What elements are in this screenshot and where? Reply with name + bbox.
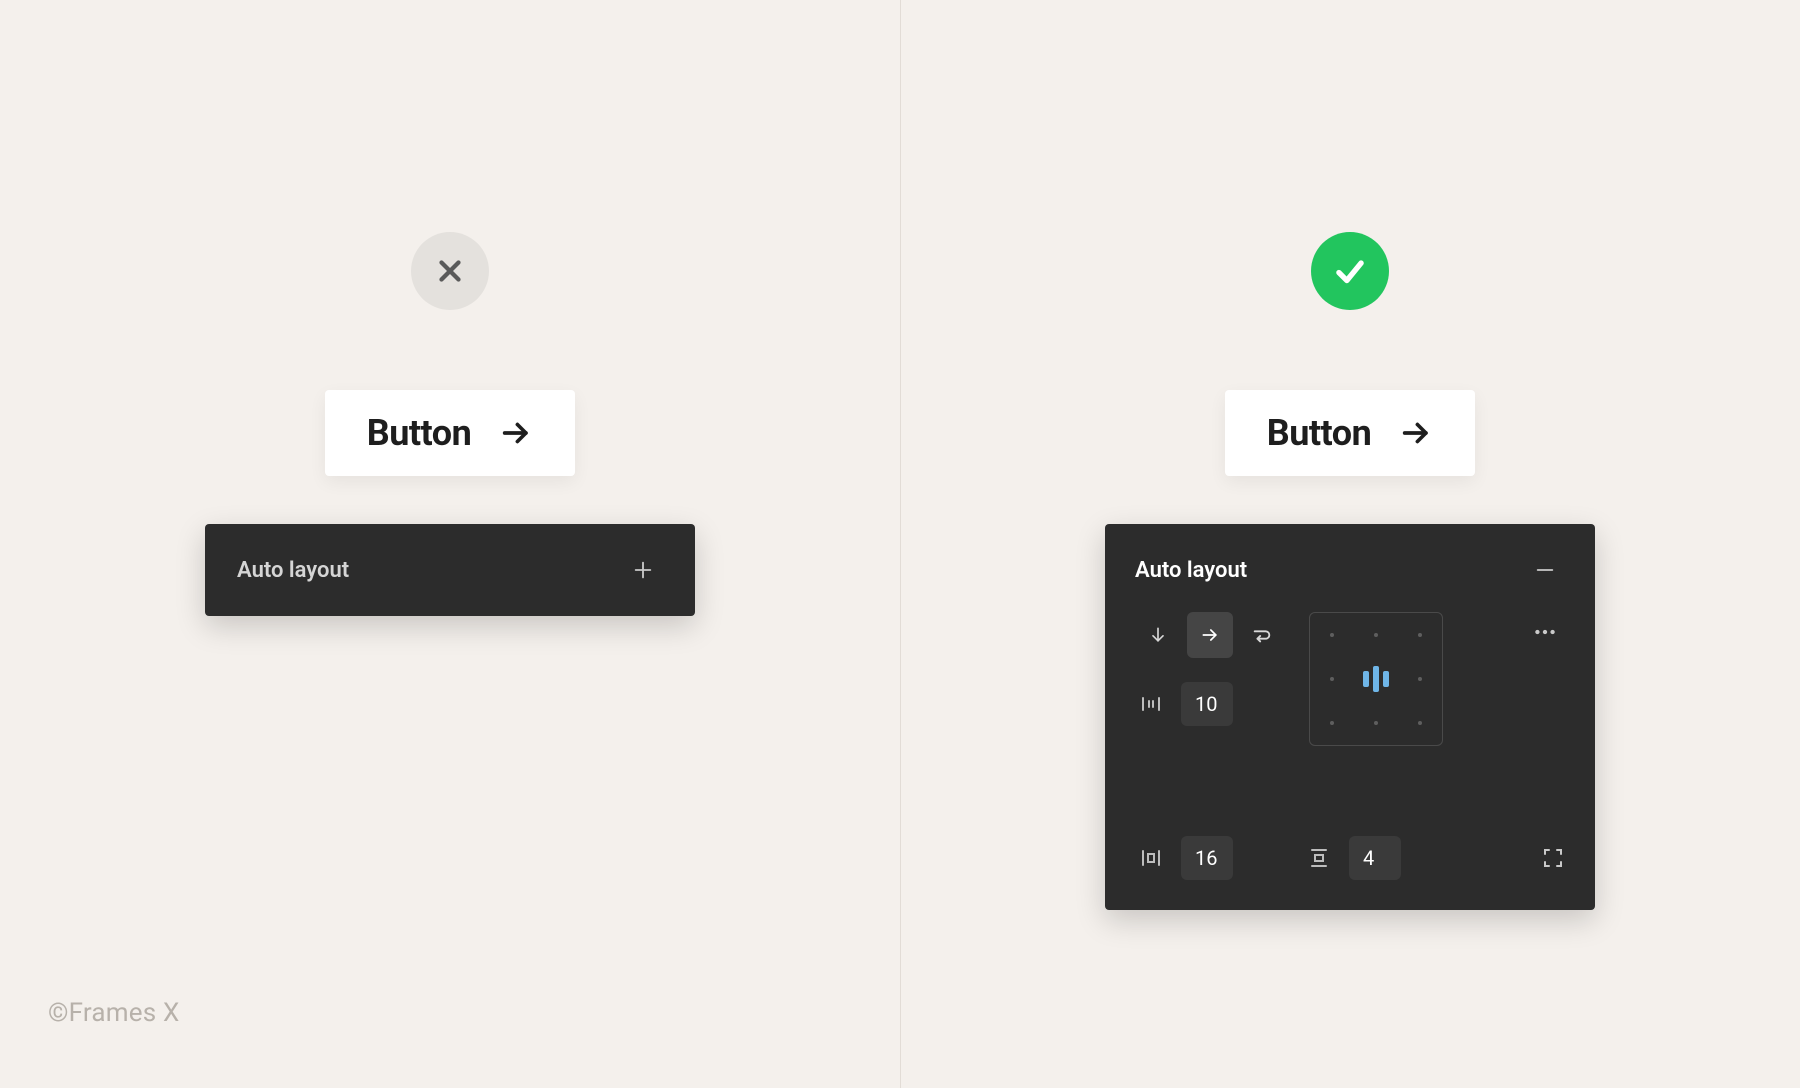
- direction-vertical-button[interactable]: [1135, 612, 1181, 658]
- direction-row: [1135, 612, 1285, 658]
- padding-vertical-input[interactable]: 4: [1349, 836, 1401, 880]
- left-column: Button Auto layout: [0, 0, 900, 1088]
- spacing-input[interactable]: 10: [1181, 682, 1233, 726]
- align-bottom-right[interactable]: [1398, 701, 1442, 745]
- watermark: ©Frames X: [48, 998, 179, 1028]
- align-middle-right[interactable]: [1398, 657, 1442, 701]
- more-options-button[interactable]: [1525, 612, 1565, 652]
- example-button-right[interactable]: Button: [1225, 390, 1476, 476]
- arrow-right-icon: [1399, 416, 1433, 450]
- padding-vertical-row: 4: [1303, 836, 1401, 880]
- panel-title: Auto layout: [237, 558, 349, 583]
- vertical-divider: [900, 0, 901, 1088]
- auto-layout-panel-collapsed: Auto layout: [205, 524, 695, 616]
- padding-horizontal-input[interactable]: 16: [1181, 836, 1233, 880]
- button-label: Button: [1267, 412, 1372, 454]
- arrow-right-icon: [499, 416, 533, 450]
- status-badge-good: [1311, 232, 1389, 310]
- panel-title: Auto layout: [1135, 558, 1247, 583]
- button-label: Button: [367, 412, 472, 454]
- align-top-center[interactable]: [1354, 613, 1398, 657]
- align-top-left[interactable]: [1310, 613, 1354, 657]
- expand-padding-icon: [1541, 846, 1565, 870]
- add-auto-layout-button[interactable]: [623, 550, 663, 590]
- direction-horizontal-button[interactable]: [1187, 612, 1233, 658]
- align-top-right[interactable]: [1398, 613, 1442, 657]
- close-icon: [433, 254, 467, 288]
- arrow-right-icon: [1200, 625, 1220, 645]
- example-button-left[interactable]: Button: [325, 390, 576, 476]
- direction-wrap-button[interactable]: [1239, 612, 1285, 658]
- align-center[interactable]: [1354, 657, 1398, 701]
- right-column: Button Auto layout: [900, 0, 1800, 1088]
- plus-icon: [632, 559, 654, 581]
- alignment-grid[interactable]: [1309, 612, 1443, 746]
- status-badge-bad: [411, 232, 489, 310]
- spacing-row: 10: [1135, 682, 1285, 726]
- individual-padding-button[interactable]: [1541, 838, 1565, 878]
- align-center-icon: [1363, 666, 1389, 692]
- align-bottom-left[interactable]: [1310, 701, 1354, 745]
- padding-horizontal-icon: [1135, 842, 1167, 874]
- wrap-icon: [1251, 624, 1273, 646]
- spacing-icon: [1135, 688, 1167, 720]
- align-middle-left[interactable]: [1310, 657, 1354, 701]
- remove-auto-layout-button[interactable]: [1525, 550, 1565, 590]
- minus-icon: [1534, 559, 1556, 581]
- auto-layout-panel-expanded: Auto layout: [1105, 524, 1595, 910]
- padding-horizontal-row: 16: [1135, 836, 1233, 880]
- check-icon: [1331, 252, 1369, 290]
- padding-vertical-icon: [1303, 842, 1335, 874]
- arrow-down-icon: [1148, 625, 1168, 645]
- align-bottom-center[interactable]: [1354, 701, 1398, 745]
- dots-icon: [1532, 619, 1558, 645]
